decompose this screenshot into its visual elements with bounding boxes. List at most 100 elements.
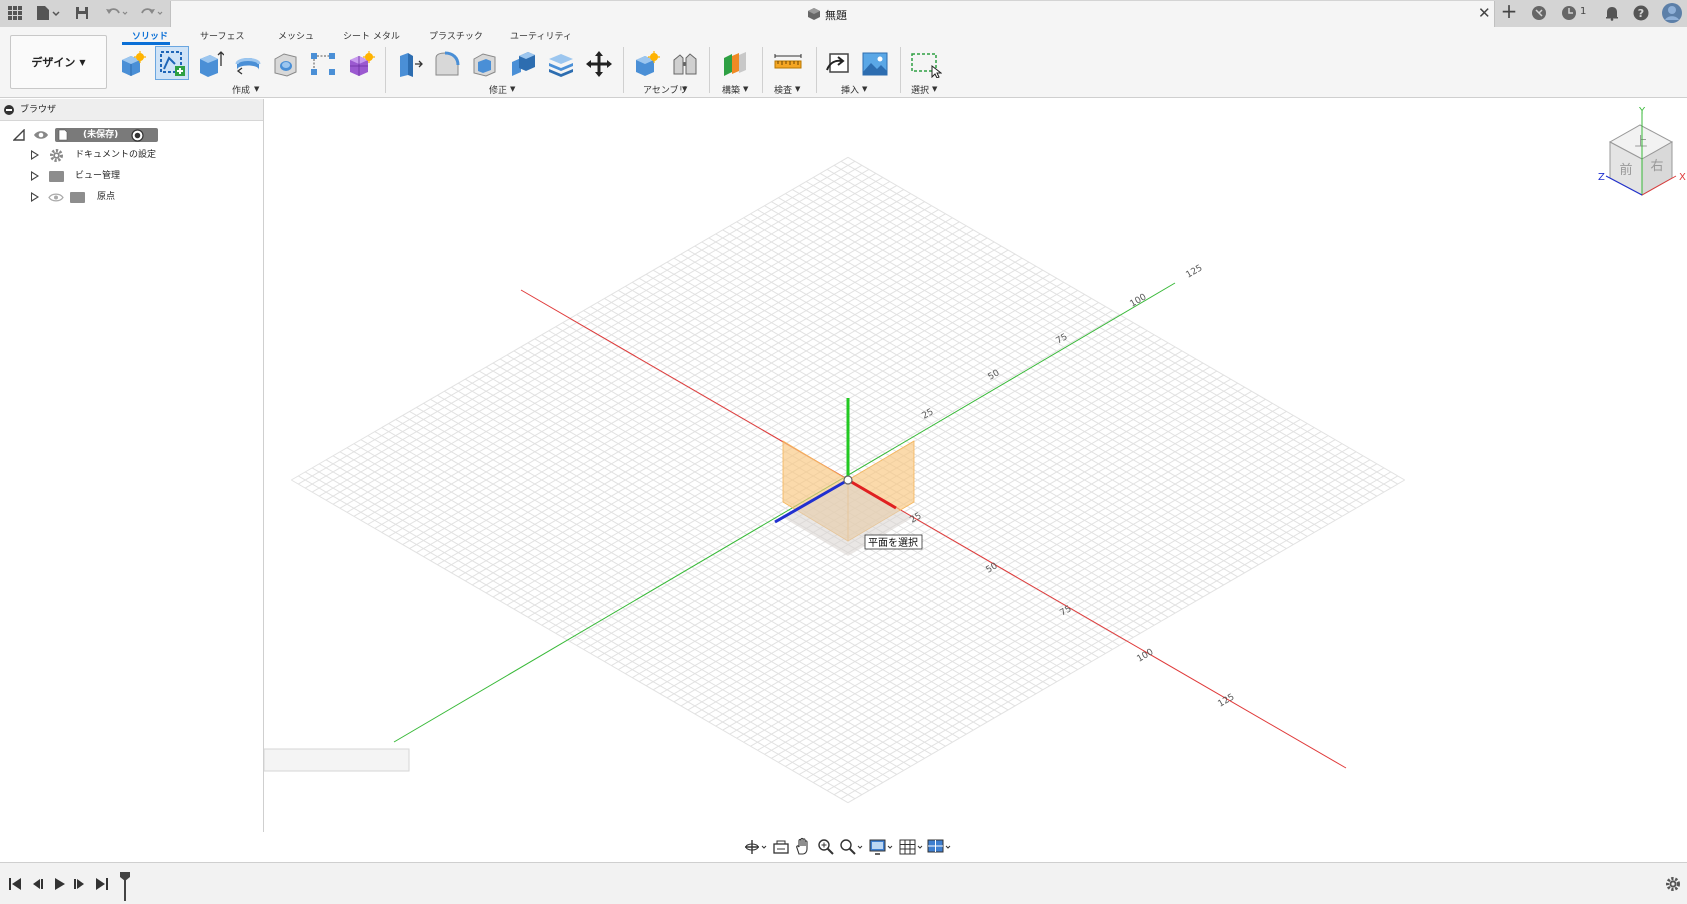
- inspect-group-label[interactable]: 検査: [774, 83, 792, 96]
- visibility-eye-icon[interactable]: [33, 129, 49, 141]
- zoom-window-icon[interactable]: [839, 838, 865, 856]
- offset-plane-icon[interactable]: [721, 50, 749, 78]
- play-icon[interactable]: [52, 877, 66, 891]
- construct-group-label[interactable]: 構築: [722, 83, 740, 96]
- move-copy-icon[interactable]: [585, 50, 613, 78]
- go-to-end-icon[interactable]: [95, 877, 109, 891]
- create-form-icon[interactable]: [347, 50, 375, 78]
- tree-item-origin[interactable]: 原点: [0, 187, 263, 207]
- tooltip-text: 平面を選択: [868, 536, 918, 549]
- joint-icon[interactable]: [671, 50, 699, 78]
- redo-icon[interactable]: [139, 4, 165, 22]
- tree-root-row[interactable]: (未保存): [0, 125, 263, 145]
- chevron-down-icon[interactable]: ▼: [862, 85, 867, 93]
- combine-icon[interactable]: [509, 50, 537, 78]
- create-group-label[interactable]: 作成: [232, 83, 250, 96]
- hole-icon[interactable]: [272, 50, 300, 78]
- zoom-icon[interactable]: [817, 838, 835, 856]
- activate-radio-icon[interactable]: [131, 129, 144, 142]
- group-divider: [385, 47, 386, 93]
- view-cube[interactable]: 上 前 右 Y X Z: [1598, 106, 1686, 196]
- split-body-icon[interactable]: [547, 50, 575, 78]
- viewcube-y-label: Y: [1638, 106, 1646, 117]
- help-icon[interactable]: ?: [1632, 4, 1650, 22]
- viewcube-right-label[interactable]: 右: [1650, 159, 1663, 174]
- press-pull-icon[interactable]: [395, 50, 423, 78]
- orbit-icon[interactable]: [744, 838, 768, 856]
- create-sketch-icon: [160, 51, 185, 76]
- viewcube-top-label[interactable]: 上: [1634, 135, 1647, 150]
- tab-sheet-metal[interactable]: シート メタル: [343, 29, 400, 42]
- viewcube-z-label: Z: [1598, 172, 1605, 183]
- document-tab[interactable]: 無題 ✕: [170, 1, 1495, 27]
- 3d-viewport[interactable]: 255075100125 255075100125 平面を選択 上 前 右 Y …: [264, 99, 1687, 861]
- tree-item-named-views[interactable]: ビュー管理: [0, 166, 263, 186]
- pan-hand-icon[interactable]: [794, 837, 812, 856]
- root-label: (未保存): [83, 130, 119, 140]
- save-icon[interactable]: [73, 4, 91, 22]
- display-settings-icon[interactable]: [869, 838, 895, 856]
- collapsed-triangle-icon[interactable]: [31, 192, 39, 202]
- select-group-label[interactable]: 選択: [911, 83, 929, 96]
- create-sketch-button[interactable]: [155, 46, 189, 80]
- folder-icon: [49, 171, 64, 182]
- look-at-icon[interactable]: [772, 838, 790, 856]
- viewcube-front-label[interactable]: 前: [1619, 162, 1632, 178]
- chevron-down-icon[interactable]: ▼: [932, 85, 937, 93]
- go-to-start-icon[interactable]: [8, 877, 22, 891]
- modify-group-label[interactable]: 修正: [489, 83, 507, 96]
- file-menu-icon[interactable]: [34, 4, 60, 22]
- new-component-icon[interactable]: [119, 50, 147, 78]
- tab-utilities[interactable]: ユーティリティ: [510, 29, 572, 42]
- step-back-icon[interactable]: [30, 877, 44, 891]
- toolbar-ribbon: デザイン ▼ ソリッド サーフェス メッシュ シート メタル プラスチック ユー…: [0, 27, 1687, 98]
- insert-derive-icon[interactable]: [824, 50, 852, 78]
- extrude-icon[interactable]: [196, 50, 224, 78]
- viewports-icon[interactable]: [927, 838, 953, 856]
- user-avatar-icon[interactable]: [1661, 2, 1683, 24]
- text-commands-bar[interactable]: [264, 748, 410, 772]
- shell-icon[interactable]: [471, 50, 499, 78]
- collapsed-triangle-icon[interactable]: [31, 171, 39, 181]
- insert-canvas-icon[interactable]: [861, 50, 889, 78]
- notifications-bell-icon[interactable]: [1603, 4, 1621, 22]
- active-tab-indicator: [122, 42, 170, 45]
- new-component-assembly-icon[interactable]: [633, 50, 661, 78]
- close-tab-icon[interactable]: ✕: [1478, 4, 1491, 22]
- tree-item-document-settings[interactable]: ドキュメントの設定: [0, 145, 263, 165]
- fillet-icon[interactable]: [433, 50, 461, 78]
- measure-icon[interactable]: [774, 50, 802, 78]
- chevron-down-icon[interactable]: ▼: [743, 85, 748, 93]
- revolve-icon[interactable]: [234, 50, 262, 78]
- timeline-marker-icon[interactable]: [119, 871, 131, 901]
- browser-header[interactable]: ブラウザ: [0, 99, 263, 121]
- insert-group-label[interactable]: 挿入: [841, 83, 859, 96]
- extensions-icon[interactable]: [1530, 4, 1548, 22]
- new-tab-icon[interactable]: +: [1500, 1, 1518, 21]
- hidden-eye-icon[interactable]: [48, 192, 64, 203]
- axis-tick-label: 25: [921, 407, 936, 421]
- job-status-icon[interactable]: [1560, 4, 1578, 22]
- select-window-icon[interactable]: [910, 50, 942, 78]
- expanded-triangle-icon[interactable]: [13, 129, 25, 141]
- assemble-group-label[interactable]: アセンブリ: [643, 83, 688, 96]
- tree-item-label: 原点: [97, 192, 116, 202]
- origin-point[interactable]: [843, 475, 853, 485]
- chevron-down-icon[interactable]: ▼: [795, 85, 800, 93]
- undo-icon[interactable]: [104, 4, 130, 22]
- collapsed-triangle-icon[interactable]: [31, 150, 39, 160]
- timeline-settings-gear-icon[interactable]: [1665, 876, 1681, 892]
- chevron-down-icon[interactable]: ▼: [510, 85, 515, 93]
- tab-surface[interactable]: サーフェス: [200, 29, 244, 42]
- tab-mesh[interactable]: メッシュ: [278, 29, 314, 42]
- chevron-down-icon[interactable]: ▼: [254, 85, 259, 93]
- tab-plastic[interactable]: プラスチック: [429, 29, 483, 42]
- step-forward-icon[interactable]: [73, 877, 87, 891]
- tab-solid[interactable]: ソリッド: [132, 29, 168, 42]
- chevron-down-icon[interactable]: ▼: [682, 85, 687, 93]
- application-bar: 無題 ✕ + 1 ?: [0, 0, 1687, 27]
- pattern-icon[interactable]: [309, 50, 337, 78]
- grid-snaps-icon[interactable]: [899, 838, 925, 856]
- app-grid-icon[interactable]: [6, 4, 24, 22]
- workspace-switcher[interactable]: デザイン ▼: [10, 35, 107, 89]
